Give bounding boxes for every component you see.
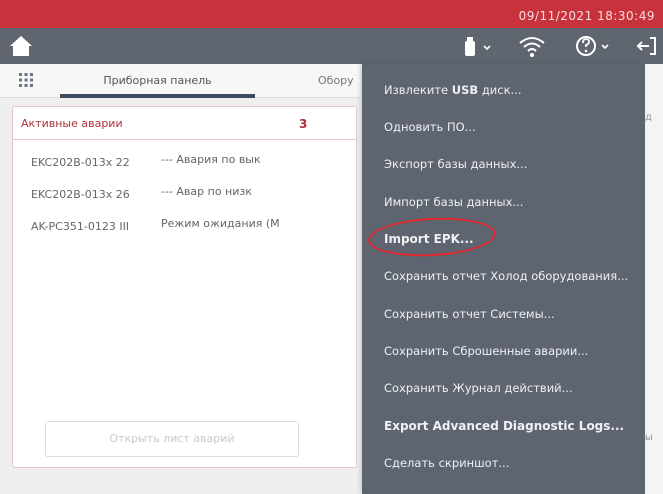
logout-icon[interactable]: [634, 32, 660, 60]
alarm-description: --- Авар по низк: [161, 185, 252, 198]
divider: [13, 139, 356, 140]
alarm-device: EKC202B-013x 26: [31, 188, 130, 201]
tab-equipment[interactable]: Обору: [318, 74, 354, 87]
wifi-icon[interactable]: [516, 32, 548, 60]
menu-item-take-screenshot[interactable]: Сделать скриншот...: [362, 445, 645, 481]
usb-menu-button[interactable]: [460, 32, 496, 60]
help-icon: [576, 36, 609, 56]
apps-grid-icon[interactable]: [18, 72, 34, 92]
menu-item-eject-usb[interactable]: Извлеките USB диск...: [362, 72, 645, 108]
alarm-description: --- Авария по вык: [161, 153, 261, 166]
menu-item-update-software[interactable]: Одновить ПО...: [362, 109, 645, 145]
menu-item-import-database[interactable]: Импорт базы данных...: [362, 184, 645, 220]
active-alarms-card: Активные аварии 3 EKC202B-013x 22 --- Ава…: [12, 106, 357, 468]
status-bar: 09/11/2021 18:30:49: [0, 0, 663, 28]
open-alarm-list-button[interactable]: Открыть лист аварий: [45, 421, 299, 457]
right-peek-text: ы: [645, 432, 653, 443]
datetime-display: 09/11/2021 18:30:49: [518, 9, 655, 23]
usb-dropdown-menu: Извлеките USB диск... Одновить ПО... Экс…: [362, 64, 645, 494]
menu-item-label: Извлеките: [384, 83, 452, 97]
tab-bar: Приборная панель Обору: [0, 64, 360, 98]
right-peek-text: д: [645, 112, 652, 123]
menu-item-save-action-log[interactable]: Сохранить Журнал действий...: [362, 370, 645, 406]
alarms-title: Активные аварии: [21, 117, 123, 130]
alarm-device: EKC202B-013x 22: [31, 156, 130, 169]
tab-dashboard[interactable]: Приборная панель: [60, 74, 255, 87]
menu-item-save-cleared-alarms[interactable]: Сохранить Сброшенные аварии...: [362, 333, 645, 369]
menu-item-export-diagnostic-logs[interactable]: Export Advanced Diagnostic Logs...: [362, 408, 645, 444]
alarm-device: AK-PC351-0123 III: [31, 220, 130, 233]
menu-item-save-refrigeration-report[interactable]: Сохранить отчет Холод оборудования...: [362, 258, 645, 294]
home-icon[interactable]: [8, 34, 34, 58]
top-header: [0, 28, 663, 64]
menu-item-label: диск...: [478, 83, 522, 97]
alarms-count-badge: 3: [299, 117, 308, 131]
alarm-description: Режим ожидания (М: [161, 217, 280, 230]
menu-item-save-system-report[interactable]: Сохранить отчет Системы...: [362, 296, 645, 332]
help-menu-button[interactable]: [574, 32, 616, 60]
menu-item-export-database[interactable]: Экспорт базы данных...: [362, 146, 645, 182]
alarm-row[interactable]: AK-PC351-0123 III Режим ожидания (М: [31, 217, 311, 233]
alarm-row[interactable]: EKC202B-013x 26 --- Авар по низк: [31, 185, 311, 201]
active-tab-indicator: [60, 94, 255, 98]
usb-drive-icon: [465, 37, 491, 56]
menu-item-label-strong: USB: [451, 83, 479, 97]
alarm-row[interactable]: EKC202B-013x 22 --- Авария по вык: [31, 153, 311, 169]
